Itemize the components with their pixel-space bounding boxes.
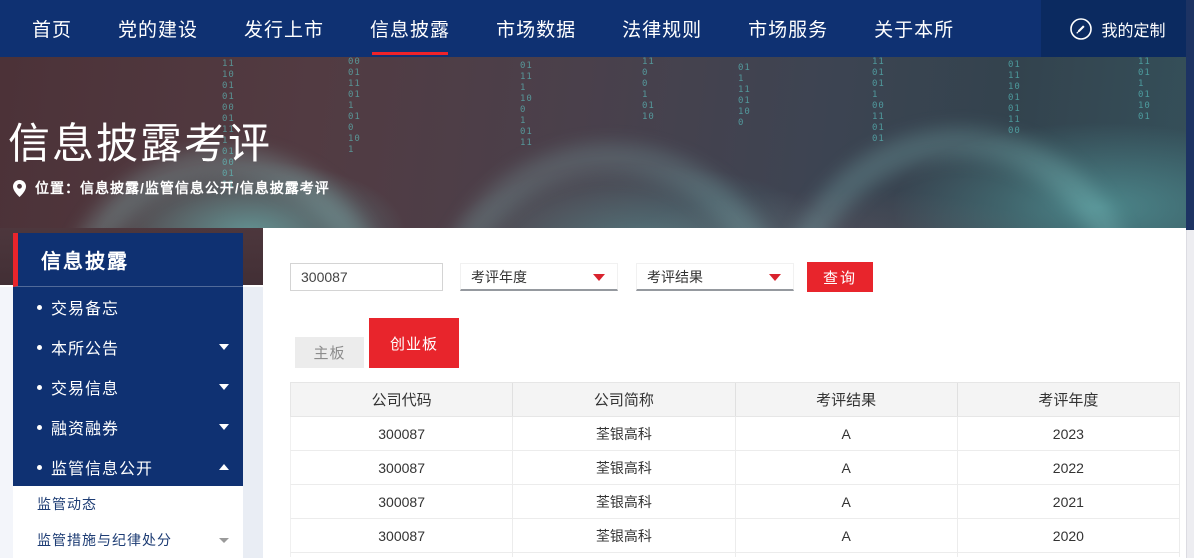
cell-eval-year: 2022 — [958, 451, 1180, 484]
chevron-down-icon — [219, 384, 229, 390]
sidebar-item-label: 融资融券 — [51, 415, 119, 439]
col-header-eval-year: 考评年度 — [958, 383, 1179, 416]
my-custom-button[interactable]: 我的定制 — [1041, 0, 1194, 57]
table-row: 300087 荃银高科 A 2022 — [290, 451, 1180, 485]
cell-company-code: 300087 — [291, 451, 513, 484]
submenu-item-measures-discipline[interactable]: 监管措施与纪律处分 — [13, 522, 243, 558]
sidebar-item-announcements[interactable]: 本所公告 — [13, 327, 243, 367]
binary-rain-decoration: 00 01 11 01 1 01 0 10 1 — [348, 57, 361, 156]
nav-item-services[interactable]: 市场服务 — [748, 0, 828, 57]
chevron-down-icon — [219, 538, 229, 543]
nav-item-about[interactable]: 关于本所 — [874, 0, 954, 57]
hero-banner: 11 10 01 01 00 01 11 1 01 00 01 11 00 01… — [0, 57, 1194, 228]
sidebar-item-trading-memo[interactable]: 交易备忘 — [13, 287, 243, 327]
location-pin-icon — [13, 180, 26, 197]
sidebar-item-trading-info[interactable]: 交易信息 — [13, 367, 243, 407]
my-custom-label: 我的定制 — [1101, 17, 1165, 41]
dropdown-arrow-icon — [593, 274, 605, 281]
sidebar-item-label: 交易备忘 — [51, 295, 119, 319]
table-row: 300087 荃银高科 A 2020 — [290, 519, 1180, 553]
binary-rain-decoration: 01 1 11 01 10 0 — [738, 63, 751, 129]
bullet-icon — [37, 345, 42, 350]
cell-eval-year: 2023 — [958, 417, 1180, 450]
bullet-icon — [37, 465, 42, 470]
page-title: 信息披露考评 — [8, 110, 272, 171]
sidebar-submenu: 监管动态 监管措施与纪律处分 — [13, 486, 243, 558]
binary-rain-decoration: 11 01 1 01 10 01 — [1138, 57, 1151, 123]
sidebar-item-label: 监管信息公开 — [51, 455, 153, 479]
cell-company-code: 300087 — [291, 485, 513, 518]
left-gutter — [0, 287, 13, 558]
table-header-row: 公司代码 公司简称 考评结果 考评年度 — [290, 382, 1180, 417]
stock-code-input[interactable] — [290, 263, 443, 291]
submenu-item-label: 监管措施与纪律处分 — [37, 530, 172, 550]
edit-pencil-icon — [1069, 17, 1093, 41]
chevron-down-icon — [219, 424, 229, 430]
cell-empty — [958, 553, 1180, 557]
sidebar-title: 信息披露 — [13, 233, 243, 287]
col-header-company-code: 公司代码 — [291, 383, 513, 416]
cell-eval-result: A — [736, 417, 958, 450]
cell-company-name: 荃银高科 — [513, 451, 735, 484]
tab-chinext-board[interactable]: 创业板 — [369, 318, 459, 368]
nav-item-listing[interactable]: 发行上市 — [244, 0, 324, 57]
table-row-clipped — [290, 553, 1180, 557]
evaluation-result-select[interactable]: 考评结果 — [636, 263, 794, 291]
result-select-label: 考评结果 — [647, 267, 703, 287]
cell-company-name: 荃银高科 — [513, 417, 735, 450]
sidebar-item-label: 交易信息 — [51, 375, 119, 399]
binary-rain-decoration: 11 01 01 1 00 11 01 01 — [872, 57, 885, 145]
cell-company-code: 300087 — [291, 417, 513, 450]
cell-company-name: 荃银高科 — [513, 519, 735, 552]
bullet-icon — [37, 425, 42, 430]
scrollbar-track[interactable] — [1186, 230, 1194, 558]
cell-eval-result: A — [736, 519, 958, 552]
sidebar-menu: 交易备忘 本所公告 交易信息 融资融券 监管信息公开 — [13, 287, 243, 486]
binary-rain-decoration: 11 0 0 1 01 10 — [642, 57, 655, 123]
cell-company-code: 300087 — [291, 519, 513, 552]
sidebar-item-margin-trading[interactable]: 融资融券 — [13, 407, 243, 447]
binary-rain-decoration: 01 11 10 01 01 11 00 — [1008, 60, 1021, 137]
sidebar-right-gutter — [243, 287, 263, 558]
year-select-label: 考评年度 — [471, 267, 527, 287]
cell-eval-year: 2020 — [958, 519, 1180, 552]
cell-empty — [513, 553, 735, 557]
table-row: 300087 荃银高科 A 2023 — [290, 417, 1180, 451]
table-row: 300087 荃银高科 A 2021 — [290, 485, 1180, 519]
cell-eval-result: A — [736, 451, 958, 484]
nav-item-disclosure[interactable]: 信息披露 — [370, 0, 450, 57]
sidebar-item-label: 本所公告 — [51, 335, 119, 359]
nav-item-party-building[interactable]: 党的建设 — [118, 0, 198, 57]
nav-item-rules[interactable]: 法律规则 — [622, 0, 702, 57]
nav-item-home[interactable]: 首页 — [32, 0, 72, 57]
dropdown-arrow-icon — [769, 274, 781, 281]
chevron-up-icon — [219, 464, 229, 470]
bullet-icon — [37, 385, 42, 390]
nav-items: 首页 党的建设 发行上市 信息披露 市场数据 法律规则 市场服务 关于本所 — [0, 0, 1194, 57]
chevron-down-icon — [219, 344, 229, 350]
col-header-eval-result: 考评结果 — [736, 383, 958, 416]
cell-eval-result: A — [736, 485, 958, 518]
evaluation-year-select[interactable]: 考评年度 — [460, 263, 618, 291]
query-button[interactable]: 查询 — [807, 262, 873, 292]
sidebar-item-regulatory-disclosure[interactable]: 监管信息公开 — [13, 447, 243, 487]
nav-item-market-data[interactable]: 市场数据 — [496, 0, 576, 57]
bullet-icon — [37, 305, 42, 310]
top-nav: 首页 党的建设 发行上市 信息披露 市场数据 法律规则 市场服务 关于本所 我的… — [0, 0, 1194, 57]
scrollbar-thumb[interactable] — [1186, 0, 1194, 230]
cell-company-name: 荃银高科 — [513, 485, 735, 518]
submenu-item-regulatory-news[interactable]: 监管动态 — [13, 486, 243, 522]
cell-empty — [736, 553, 958, 557]
page-scrollbar — [1186, 0, 1194, 558]
cell-eval-year: 2021 — [958, 485, 1180, 518]
submenu-item-label: 监管动态 — [37, 494, 97, 514]
cell-empty — [291, 553, 513, 557]
breadcrumb-text: 位置：信息披露/监管信息公开/信息披露考评 — [35, 178, 330, 198]
breadcrumb: 位置：信息披露/监管信息公开/信息披露考评 — [13, 178, 330, 198]
evaluation-table: 公司代码 公司简称 考评结果 考评年度 300087 荃银高科 A 2023 3… — [290, 382, 1180, 557]
col-header-company-name: 公司简称 — [513, 383, 735, 416]
page: 首页 党的建设 发行上市 信息披露 市场数据 法律规则 市场服务 关于本所 我的… — [0, 0, 1194, 558]
binary-rain-decoration: 01 11 1 10 0 1 01 11 — [520, 61, 533, 149]
tab-main-board[interactable]: 主板 — [295, 337, 364, 368]
